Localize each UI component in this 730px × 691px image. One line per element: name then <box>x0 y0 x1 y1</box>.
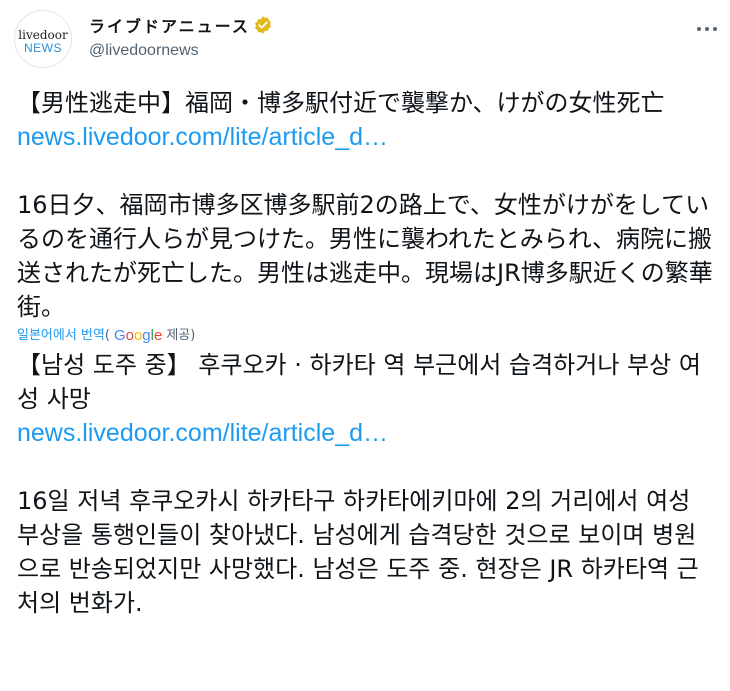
translated-from-label[interactable]: 일본어에서 번역 <box>17 326 105 346</box>
google-logo: Google <box>113 327 163 344</box>
translated-body: 16일 저녁 후쿠오카시 하카타구 하카타에키마에 2의 거리에서 여성 부상을… <box>17 487 699 617</box>
avatar-logo-bottom: NEWS <box>24 41 62 55</box>
translation-attribution: 일본어에서 번역 ( Google 제공) <box>17 326 717 346</box>
tweet-content: 【男性逃走中】福岡・博多駅付近で襲撃か、けがの女性死亡 news.livedoo… <box>17 86 717 620</box>
translated-headline: 【남성 도주 중】 후쿠오카 · 하카타 역 부근에서 습격하거나 부상 여성 … <box>17 351 701 413</box>
article-link[interactable]: news.livedoor.com/lite/article_d… <box>17 120 717 154</box>
author-name-row: ライブドアニュース <box>89 14 273 36</box>
tweet-header: livedoor NEWS ライブドアニュース @livedoornews <box>0 0 730 80</box>
verified-badge-icon <box>254 16 271 34</box>
avatar[interactable]: livedoor NEWS <box>14 10 72 68</box>
display-name[interactable]: ライブドアニュース <box>89 13 250 37</box>
avatar-logo-top: livedoor <box>18 28 68 42</box>
tweet-body: 16日夕、福岡市博多区博多駅前2の路上で、女性がけがをしているのを通行人らが見つ… <box>17 191 713 321</box>
open-paren: ( <box>104 328 110 343</box>
more-options-icon[interactable] <box>692 14 722 44</box>
author-handle[interactable]: @livedoornews <box>89 42 199 60</box>
translated-article-link[interactable]: news.livedoor.com/lite/article_d… <box>17 416 717 450</box>
tweet-headline: 【男性逃走中】福岡・博多駅付近で襲撃か、けがの女性死亡 <box>17 89 665 117</box>
provided-label: 제공) <box>166 328 196 343</box>
